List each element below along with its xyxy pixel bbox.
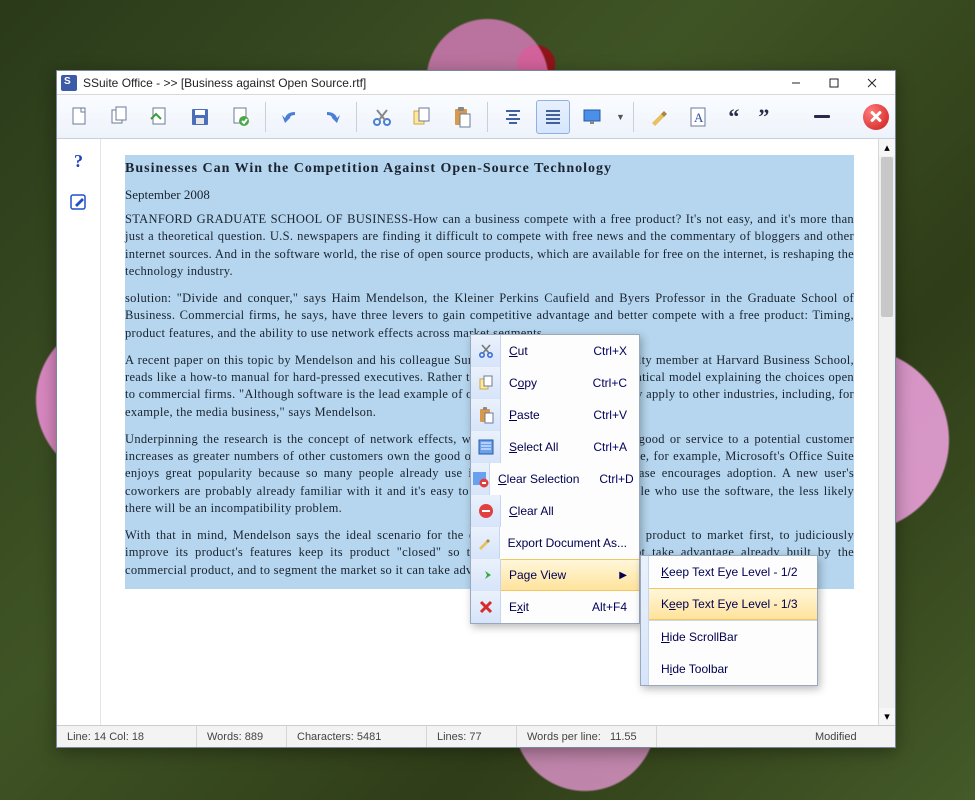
minimize-button[interactable]: [777, 72, 815, 94]
submenu-arrow-icon: ▶: [619, 570, 627, 581]
screen-button[interactable]: [576, 100, 610, 134]
cut-button[interactable]: [365, 100, 399, 134]
scroll-up-icon[interactable]: ▴: [879, 139, 895, 156]
open-quote-button[interactable]: “: [722, 104, 746, 130]
export-icon: [471, 527, 500, 559]
status-bar: Line: 14 Col: 18 Words: 889 Characters: …: [57, 725, 895, 747]
ctx-exit[interactable]: Exit Alt+F4: [471, 591, 639, 623]
align-center-button[interactable]: [496, 100, 530, 134]
ctx-page-view[interactable]: Page View ▶: [471, 559, 639, 591]
maximize-button[interactable]: [815, 72, 853, 94]
highlight-button[interactable]: [642, 100, 676, 134]
scissors-icon: [471, 335, 501, 367]
status-modified: Modified: [805, 726, 895, 747]
sub-hide-scrollbar[interactable]: Hide ScrollBar: [641, 621, 817, 653]
scroll-thumb[interactable]: [881, 157, 893, 317]
titlebar[interactable]: SSuite Office - >> [Business against Ope…: [57, 71, 895, 95]
window-title: SSuite Office - >> [Business against Ope…: [83, 76, 777, 90]
desktop-background: SSuite Office - >> [Business against Ope…: [0, 0, 975, 800]
status-pos: Line: 14 Col: 18: [57, 726, 197, 747]
svg-text:A: A: [694, 110, 704, 125]
close-button[interactable]: [853, 72, 891, 94]
exit-icon: [471, 591, 501, 623]
clear-all-icon: [471, 495, 501, 527]
status-lines: Lines: 77: [427, 726, 517, 747]
undo-button[interactable]: [274, 100, 308, 134]
sub-hide-toolbar[interactable]: Hide Toolbar: [641, 653, 817, 685]
dropdown-arrow-icon[interactable]: ▼: [616, 112, 625, 122]
paste-icon: [471, 399, 501, 431]
ctx-export[interactable]: Export Document As...: [471, 527, 639, 559]
align-justify-button[interactable]: [536, 100, 570, 134]
ctx-select-all[interactable]: Select All Ctrl+A: [471, 431, 639, 463]
ctx-paste[interactable]: Paste Ctrl+V: [471, 399, 639, 431]
side-panel: ?: [57, 139, 101, 725]
doc-heading: Businesses Can Win the Competition Again…: [125, 155, 854, 183]
select-all-icon: [471, 431, 501, 463]
open-button[interactable]: [143, 100, 177, 134]
copy-button[interactable]: [405, 100, 439, 134]
redo-button[interactable]: [314, 100, 348, 134]
close-red-button[interactable]: [863, 104, 889, 130]
app-window: SSuite Office - >> [Business against Ope…: [56, 70, 896, 748]
toolbar: ▼ A “ ”: [57, 95, 895, 139]
doc-date: September 2008: [125, 183, 854, 211]
ctx-clear-selection[interactable]: Clear Selection Ctrl+D: [471, 463, 639, 495]
app-icon: [61, 75, 77, 91]
ctx-cut[interactable]: Cut Ctrl+X: [471, 335, 639, 367]
font-button[interactable]: A: [682, 100, 716, 134]
status-words: Words: 889: [197, 726, 287, 747]
sub-keep-half[interactable]: Keep Text Eye Level - 1/2: [641, 556, 817, 588]
save-button[interactable]: [183, 100, 217, 134]
copy-icon: [471, 367, 501, 399]
context-menu: Cut Ctrl+X Copy Ctrl+C Paste Ctrl+V Sele…: [470, 334, 640, 624]
scroll-down-icon[interactable]: ▾: [879, 708, 895, 725]
sub-keep-third[interactable]: Keep Text Eye Level - 1/3: [641, 588, 817, 620]
clear-selection-icon: [471, 463, 490, 495]
paste-button[interactable]: [445, 100, 479, 134]
ctx-copy[interactable]: Copy Ctrl+C: [471, 367, 639, 399]
ctx-clear-all[interactable]: Clear All: [471, 495, 639, 527]
new-document-button[interactable]: [63, 100, 97, 134]
save-doc-button[interactable]: [223, 100, 257, 134]
doc-p1: STANFORD GRADUATE SCHOOL OF BUSINESS-How…: [125, 211, 854, 290]
page-view-submenu: Keep Text Eye Level - 1/2 Keep Text Eye …: [640, 555, 818, 686]
status-chars: Characters: 5481: [287, 726, 427, 747]
status-wpl: Words per line: 11.55: [517, 726, 657, 747]
copy-document-button[interactable]: [103, 100, 137, 134]
close-quote-button[interactable]: ”: [752, 104, 776, 130]
vertical-scrollbar[interactable]: ▴ ▾: [878, 139, 895, 725]
edit-note-icon[interactable]: [69, 193, 89, 213]
help-icon[interactable]: ?: [69, 151, 89, 171]
page-view-icon: [471, 559, 501, 591]
minimize-dash-button[interactable]: [814, 115, 830, 118]
